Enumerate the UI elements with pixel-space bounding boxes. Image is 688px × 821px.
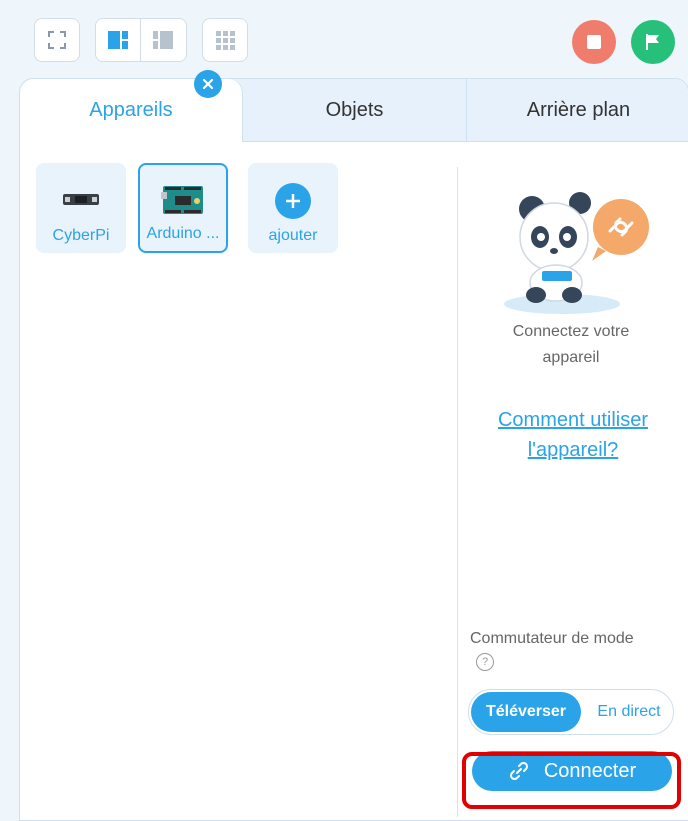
remove-device-button[interactable]	[194, 70, 222, 98]
layout-split-button[interactable]	[96, 19, 141, 61]
device-card-add[interactable]: ajouter	[248, 163, 338, 253]
device-label: ajouter	[268, 227, 318, 244]
run-button[interactable]	[631, 20, 675, 64]
flag-icon	[646, 34, 659, 50]
connect-highlight-box	[462, 752, 681, 809]
device-label: CyberPi	[52, 227, 110, 244]
grid-icon	[203, 19, 247, 61]
mode-toggle: Téléverser En direct	[468, 689, 674, 735]
tab-objets[interactable]: Objets	[243, 79, 466, 141]
help-link[interactable]: Comment utiliser l'appareil?	[478, 405, 668, 465]
grid-view-button[interactable]	[202, 18, 248, 62]
device-card-cyberpi[interactable]: CyberPi	[36, 163, 126, 253]
arduino-board-icon	[161, 186, 203, 214]
devices-panel: Appareils Objets Arrière plan CyberPi Ar…	[19, 78, 688, 821]
mode-switch-label: Commutateur de mode	[470, 630, 634, 647]
fullscreen-icon	[35, 19, 79, 61]
stop-button[interactable]	[572, 20, 616, 64]
panda-connect-illustration	[504, 192, 649, 314]
tab-bar: Appareils Objets Arrière plan	[20, 79, 688, 142]
device-card-arduino[interactable]: Arduino ...	[138, 163, 228, 253]
mode-upload-option[interactable]: Téléverser	[471, 692, 581, 732]
fullscreen-button[interactable]	[34, 18, 80, 62]
layout-switcher	[95, 18, 187, 62]
layout-split-icon	[108, 31, 128, 49]
add-icon	[275, 183, 311, 219]
cyberpi-icon	[63, 194, 99, 205]
tab-arriere-plan[interactable]: Arrière plan	[466, 79, 688, 141]
connect-device-message: Connectez votre appareil	[512, 323, 630, 366]
help-question-icon[interactable]: ?	[476, 653, 494, 671]
close-icon	[202, 78, 214, 90]
panel-divider	[457, 167, 458, 817]
stop-icon	[587, 35, 601, 49]
layout-narrow-button[interactable]	[141, 19, 185, 61]
device-label: Arduino ...	[146, 225, 220, 242]
layout-narrow-icon	[153, 31, 173, 49]
mode-live-option[interactable]: En direct	[585, 692, 673, 732]
